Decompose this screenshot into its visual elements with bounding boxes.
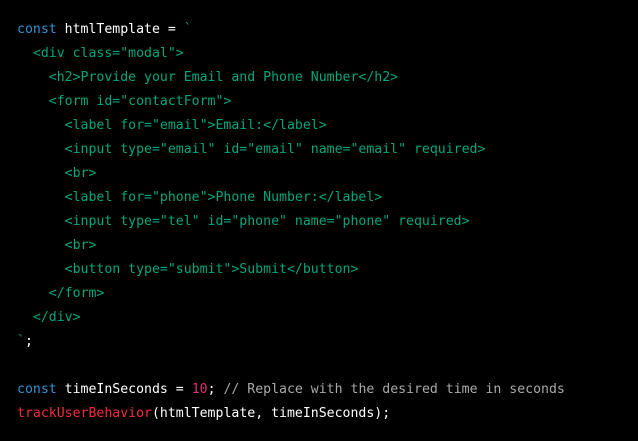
identifier-token: htmlTemplate [56, 22, 168, 37]
code-line: </div> [17, 306, 638, 330]
code-line: <br> [17, 162, 638, 186]
number-token: 10 [191, 382, 208, 397]
code-line: <button type="submit">Submit</button> [17, 258, 638, 282]
code-line: const timeInSeconds = 10; // Replace wit… [17, 378, 638, 402]
code-line: <label for="email">Email:</label> [17, 114, 638, 138]
template-string-token: <label for="email">Email:</label> [17, 118, 327, 133]
comment-token: // Replace with the desired time in seco… [223, 382, 565, 397]
identifier-token: timeInSeconds [56, 382, 176, 397]
code-line: </form> [17, 282, 638, 306]
operator-token: ; [24, 334, 33, 349]
template-string-token: <br> [17, 166, 97, 181]
code-line: <br> [17, 234, 638, 258]
keyword-token: const [17, 382, 57, 397]
template-string-token: ` [183, 22, 192, 37]
template-string-token: <br> [17, 238, 97, 253]
code-line: trackUserBehavior(htmlTemplate, timeInSe… [17, 402, 638, 426]
template-string-token: <div class="modal"> [17, 46, 184, 61]
code-line: <input type="email" id="email" name="ema… [17, 138, 638, 162]
function-name-token: trackUserBehavior [17, 406, 152, 421]
template-string-token: <form id="contactForm"> [17, 94, 232, 109]
code-line: const htmlTemplate = ` [17, 18, 638, 42]
operator-token: = [167, 22, 184, 37]
operator-token: (htmlTemplate, timeInSeconds); [151, 406, 391, 421]
keyword-token: const [17, 22, 57, 37]
template-string-token: </div> [17, 310, 81, 325]
template-string-token: <label for="phone">Phone Number:</label> [17, 190, 383, 205]
code-line: <form id="contactForm"> [17, 90, 638, 114]
code-line: <input type="tel" id="phone" name="phone… [17, 210, 638, 234]
code-block[interactable]: const htmlTemplate = ` <div class="modal… [0, 0, 638, 441]
code-line: <h2>Provide your Email and Phone Number<… [17, 66, 638, 90]
template-string-token: <h2>Provide your Email and Phone Number<… [17, 70, 399, 85]
code-line: `; [17, 330, 638, 354]
code-line: <div class="modal"> [17, 42, 638, 66]
operator-token: ; [207, 382, 224, 397]
operator-token: = [175, 382, 192, 397]
template-string-token: <input type="tel" id="phone" name="phone… [17, 214, 470, 229]
template-string-token: </form> [17, 286, 105, 301]
template-string-token: <button type="submit">Submit</button> [17, 262, 359, 277]
template-string-token: <input type="email" id="email" name="ema… [17, 142, 486, 157]
template-string-token: ` [17, 334, 25, 349]
code-line: <label for="phone">Phone Number:</label> [17, 186, 638, 210]
